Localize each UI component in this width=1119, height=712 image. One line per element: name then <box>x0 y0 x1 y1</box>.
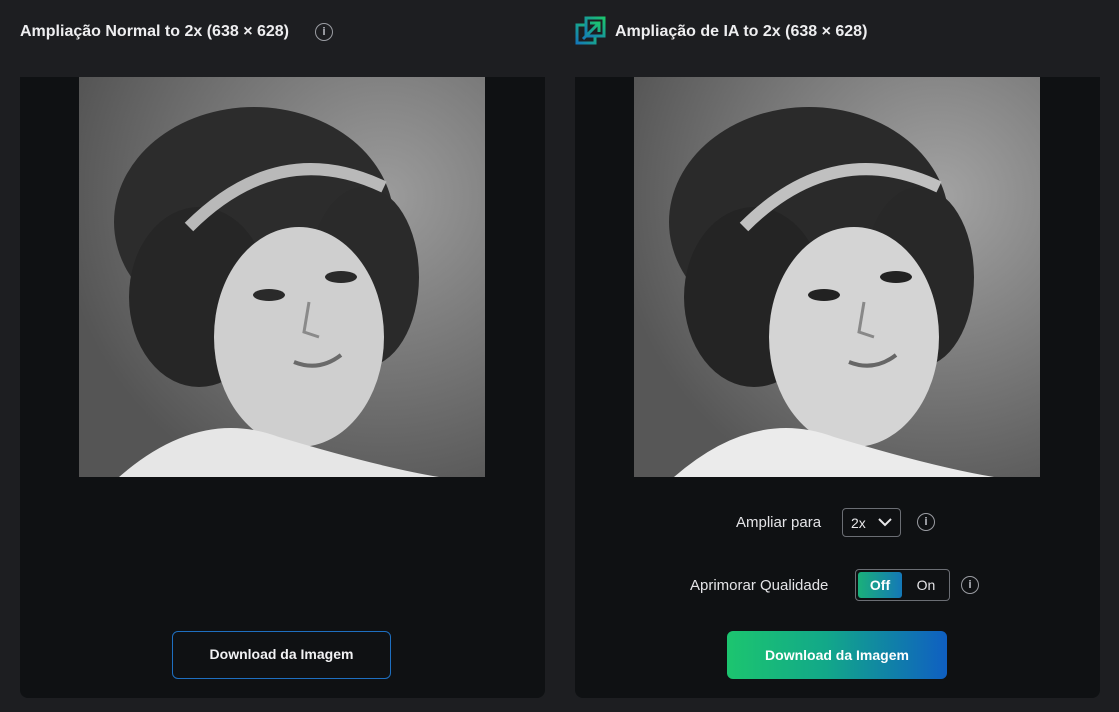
portrait-image <box>634 77 1040 477</box>
quality-toggle-off[interactable]: Off <box>858 572 902 598</box>
scale-select-value: 2x <box>851 515 866 531</box>
download-normal-button[interactable]: Download da Imagem <box>172 631 391 679</box>
ai-upscale-header: Ampliação de IA to 2x (638 × 628) <box>575 0 1100 77</box>
scale-info-icon[interactable]: i <box>917 513 935 531</box>
normal-upscale-title: Ampliação Normal to 2x (638 × 628) <box>20 23 289 40</box>
ai-upscale-title: Ampliação de IA to 2x (638 × 628) <box>615 23 868 40</box>
normal-upscale-header: Ampliação Normal to 2x (638 × 628) i <box>20 0 545 77</box>
scale-label: Ampliar para <box>736 514 822 531</box>
info-icon[interactable]: i <box>315 23 333 41</box>
ai-upscale-icon <box>575 16 606 45</box>
ai-upscaled-photo <box>634 77 1040 477</box>
quality-toggle-on[interactable]: On <box>904 572 948 598</box>
quality-label: Aprimorar Qualidade <box>690 577 829 594</box>
ai-upscale-panel: Ampliação de IA to 2x (638 × 628) Amplia… <box>575 0 1100 698</box>
quality-toggle[interactable]: Off On <box>855 569 950 601</box>
quality-info-icon[interactable]: i <box>961 576 979 594</box>
chevron-down-icon <box>878 518 892 527</box>
download-ai-button[interactable]: Download da Imagem <box>727 631 947 679</box>
normal-upscale-panel: Ampliação Normal to 2x (638 × 628) i Dow… <box>20 0 545 698</box>
portrait-image <box>79 77 485 477</box>
normal-upscaled-photo <box>79 77 485 477</box>
scale-select[interactable]: 2x <box>842 508 901 537</box>
